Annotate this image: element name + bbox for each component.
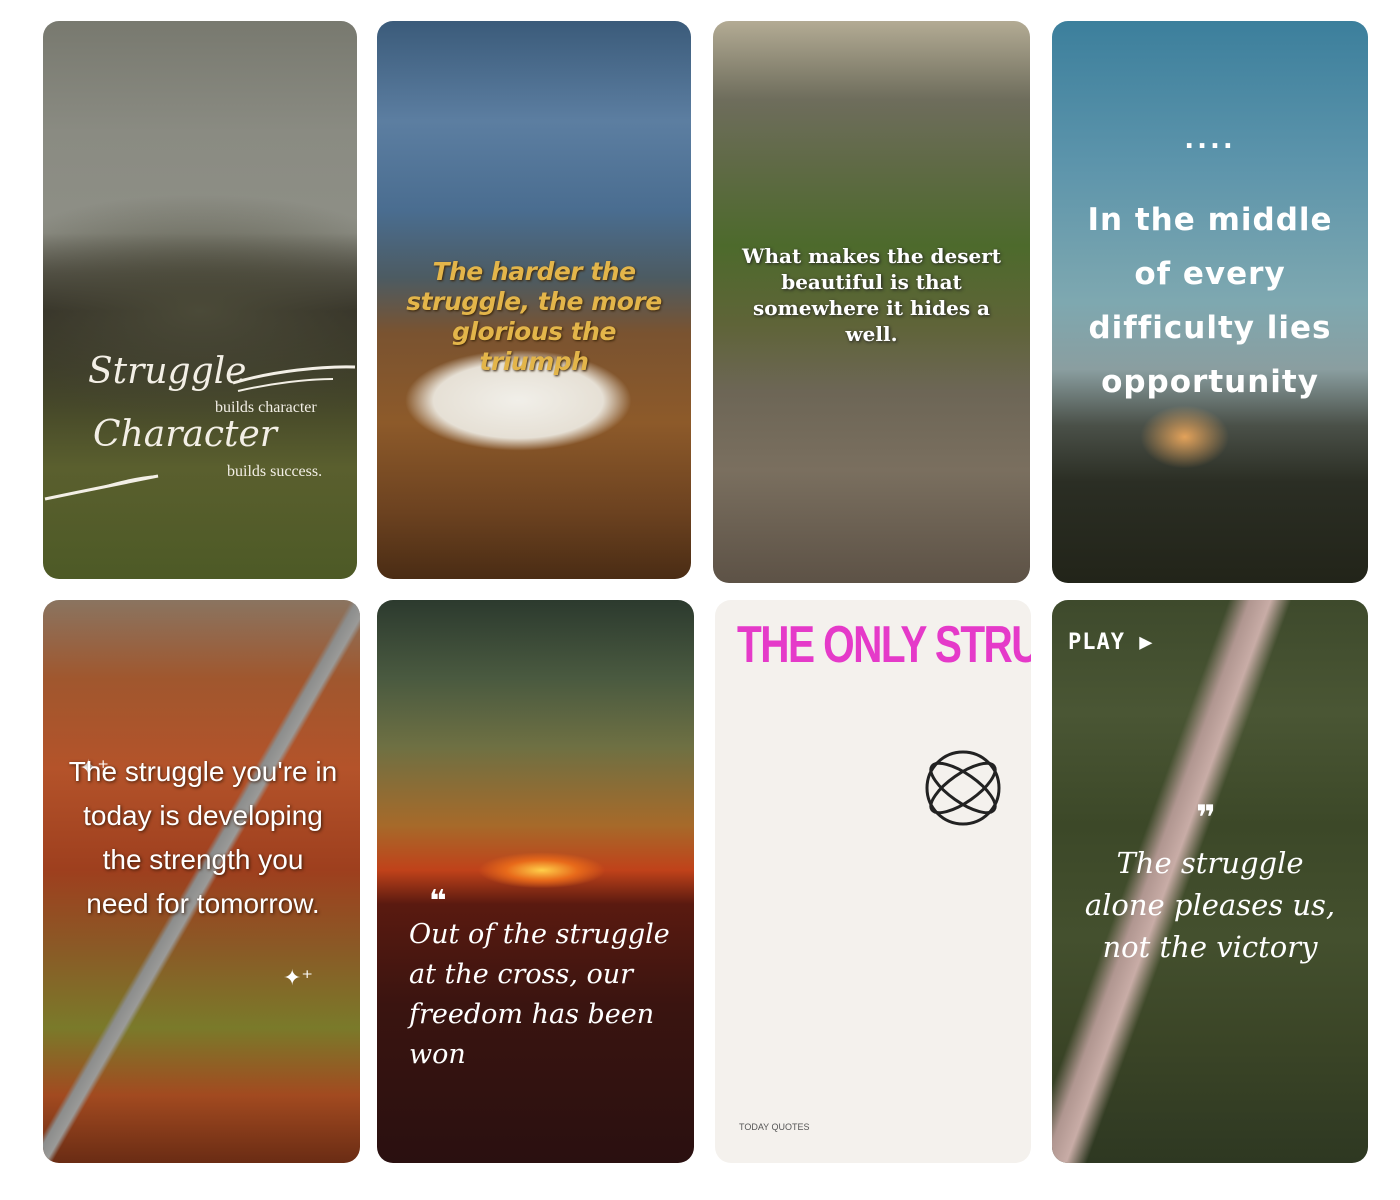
- pin-card-3[interactable]: What makes the desert beautiful is that …: [713, 21, 1030, 583]
- dots-decoration: ....: [1184, 125, 1236, 155]
- quote-word-struggle: Struggle: [88, 351, 247, 392]
- quote-text: The struggle alone pleases us, not the v…: [1084, 846, 1336, 964]
- quote-text: What makes the desert beautiful is that …: [741, 244, 1002, 346]
- quote-text: In the middle of every difficulty lies o…: [1087, 202, 1333, 400]
- swash-decoration: [44, 365, 356, 501]
- sparkle-icon: ✦⁺: [283, 966, 314, 991]
- quote-line-builds-success: builds success.: [227, 463, 323, 480]
- pin-card-5[interactable]: ✦⁺ The struggle you're in today is devel…: [43, 600, 360, 1163]
- sea-sunset-image: [377, 600, 694, 1163]
- quote-word-character: Character: [93, 414, 278, 455]
- atom-logo-icon: [925, 750, 1001, 826]
- quote-text: The struggle you're in today is developi…: [68, 756, 338, 919]
- quote-mark-icon: ❝: [429, 884, 447, 919]
- plain-background: [715, 600, 1031, 1163]
- pin-card-1[interactable]: Struggle builds character Character buil…: [43, 21, 357, 579]
- pin-card-6[interactable]: ❝ Out of the struggle at the cross, our …: [377, 600, 694, 1163]
- play-label: PLAY ▶: [1068, 630, 1154, 655]
- pin-card-8[interactable]: PLAY ▶ ❞ The struggle alone pleases us, …: [1052, 600, 1368, 1163]
- pin-card-7[interactable]: THE ONLY STRUGGLE YOU'RE GOING TO HAVE I…: [715, 600, 1031, 1163]
- quote-text: Out of the struggle at the cross, our fr…: [409, 919, 670, 1070]
- quote-text: THE ONLY STRUGGLE YOU'RE GOING TO HAVE I…: [737, 616, 1031, 674]
- pin-card-4[interactable]: .... In the middle of every difficulty l…: [1052, 21, 1368, 583]
- brand-label: TODAY QUOTES: [739, 1122, 810, 1132]
- quote-text: The harder the struggle, the more glorio…: [406, 257, 662, 376]
- quote-mark-icon: ❞: [1196, 798, 1216, 838]
- pin-card-2[interactable]: The harder the struggle, the more glorio…: [377, 21, 691, 579]
